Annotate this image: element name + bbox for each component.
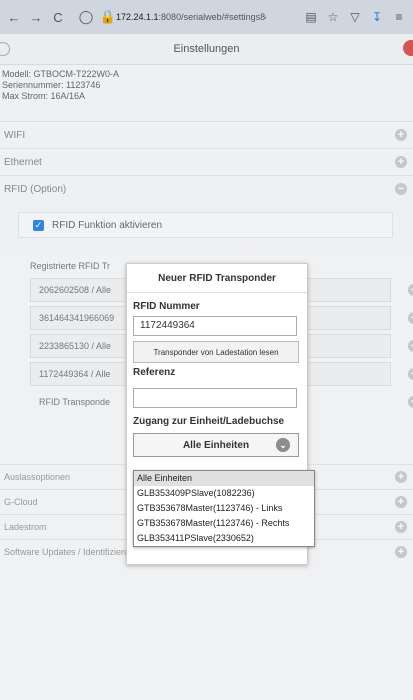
chevron-down-icon[interactable]: ⌄ [276,438,290,452]
max-current-text: Max Strom: 16A/16A [2,91,86,101]
model-text: Modell: GTBOCM-T222W0-A [2,69,120,79]
remove-icon[interactable]: − [408,340,413,352]
expand-icon[interactable]: + [395,496,407,508]
rfid-panel: ✓ RFID Funktion aktivieren [18,212,393,238]
section-rfid[interactable]: RFID (Option) − [0,175,413,202]
access-label: Zugang zur Einheit/Ladebuchse [133,416,285,427]
access-dropdown-list: Alle Einheiten GLB353409PSlave(1082236) … [133,470,315,547]
section-label: Auslassoptionen [4,472,71,482]
download-icon[interactable]: ↧ [369,9,385,25]
dropdown-option[interactable]: Alle Einheiten [134,471,314,486]
add-transponder-label: RFID Transponde [39,397,111,407]
section-ethernet[interactable]: Ethernet + [0,148,413,175]
back-icon[interactable]: ← [6,9,22,25]
transponder-label: 2062602508 / Alle [39,285,112,295]
remove-icon[interactable]: − [408,368,413,380]
transponder-label: 2233865130 / Alle [39,341,112,351]
device-info: Modell: GTBOCM-T222W0-A Seriennummer: 11… [0,65,413,121]
dropdown-option[interactable]: GTB353678Master(1123746) - Links [134,501,314,516]
section-label: WIFI [4,129,26,141]
expand-icon[interactable]: + [395,129,407,141]
remove-icon[interactable]: − [408,284,413,296]
dropdown-option[interactable]: GLB353411PSlave(2330652) [134,531,314,546]
access-select[interactable]: Alle Einheiten ⌄ [133,433,299,457]
section-label: RFID (Option) [4,183,67,195]
page-title: Einstellungen [173,43,240,55]
checkbox-checked-icon[interactable]: ✓ [33,219,44,231]
serial-text: Seriennummer: 1123746 [2,80,101,90]
section-label: G-Cloud [4,497,38,507]
star-icon[interactable]: ☆ [325,9,341,25]
remove-icon[interactable]: − [408,312,413,324]
transponder-label: 361464341966069 [39,313,115,323]
dialog-title: Neuer RFID Transponder [127,264,307,293]
collapse-icon[interactable]: − [395,183,407,195]
rfid-number-label: RFID Nummer [133,301,200,312]
url-text[interactable]: 172.24.1.1:8080/serialweb/#settings8cu- [116,12,266,22]
section-label: Ethernet [4,156,42,168]
access-select-value: Alle Einheiten [182,439,250,451]
reference-input[interactable] [133,388,297,408]
reference-label: Referenz [133,367,176,378]
menu-icon[interactable]: ≡ [391,9,407,25]
lock-icon: 🔒 [99,9,117,24]
section-label: Ladestrom [4,522,47,532]
dropdown-option[interactable]: GLB353409PSlave(1082236) [134,486,314,501]
app-header: Einstellungen [0,34,413,65]
rfid-enable-label: RFID Funktion aktivieren [52,219,163,231]
section-wifi[interactable]: WIFI + [0,121,413,148]
dropdown-option[interactable]: GTB353678Master(1123746) - Rechts [134,516,314,531]
address-bar[interactable]: ◯ 🔒 172.24.1.1:8080/serialweb/#settings8… [72,6,303,28]
close-icon[interactable] [403,40,413,56]
reload-icon[interactable]: C [50,9,66,25]
read-transponder-button[interactable]: Transponder von Ladestation lesen [133,341,299,363]
expand-icon[interactable]: + [395,471,407,483]
section-label: Software Updates / Identifizierung [4,547,140,557]
add-icon[interactable]: + [408,396,413,408]
expand-icon[interactable]: + [395,156,407,168]
browser-toolbar: ← → C ◯ 🔒 172.24.1.1:8080/serialweb/#set… [0,0,413,34]
forward-icon[interactable]: → [28,9,44,25]
url-host: 172.24.1.1 [116,12,159,22]
transponder-label: 1172449364 / Alle [39,369,111,379]
home-icon[interactable] [0,42,10,56]
rfid-number-input[interactable]: 1172449364 [133,316,297,336]
reader-icon[interactable]: ▤ [303,9,319,25]
rfid-enable-row[interactable]: ✓ RFID Funktion aktivieren [19,213,392,237]
expand-icon[interactable]: + [395,521,407,533]
pocket-icon[interactable]: ▽ [347,9,363,25]
url-path: :8080/serialweb/#settings8cu- [158,12,266,22]
shield-icon: ◯ [78,9,94,24]
expand-icon[interactable]: + [395,546,407,558]
